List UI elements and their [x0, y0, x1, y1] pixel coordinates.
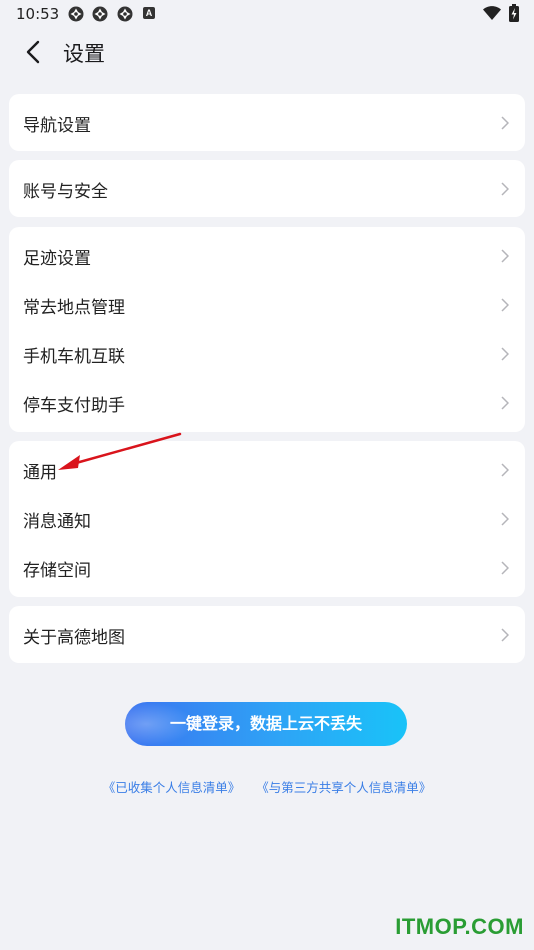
chevron-right-icon: [501, 347, 509, 361]
settings-card-general: 通用 消息通知 存储空间: [9, 441, 525, 597]
status-bar: 10:53 A: [0, 0, 534, 28]
settings-item-label: 账号与安全: [23, 182, 108, 202]
settings-item-label: 存储空间: [23, 561, 91, 581]
settings-item-label: 关于高德地图: [23, 628, 125, 648]
chevron-right-icon: [501, 463, 509, 477]
settings-item-label: 消息通知: [23, 512, 91, 532]
third-party-share-list-link[interactable]: 《与第三方共享个人信息清单》: [256, 780, 431, 795]
one-click-login-button[interactable]: 一键登录，数据上云不丢失: [125, 702, 407, 746]
settings-card-about: 关于高德地图: [9, 606, 525, 663]
app-notification-icon: [92, 6, 108, 22]
settings-item-label: 导航设置: [23, 116, 91, 136]
app-notification-icon: [68, 6, 84, 22]
page-title: 设置: [63, 42, 105, 66]
policy-links: 《已收集个人信息清单》 《与第三方共享个人信息清单》: [0, 777, 534, 796]
a-badge-icon: A: [143, 7, 155, 19]
settings-item-label: 停车支付助手: [23, 396, 125, 416]
chevron-right-icon: [501, 182, 509, 196]
settings-item-notifications[interactable]: 消息通知: [9, 494, 525, 543]
settings-item-general[interactable]: 通用: [9, 445, 525, 494]
settings-item-label: 足迹设置: [23, 249, 91, 269]
chevron-right-icon: [501, 628, 509, 642]
settings-item-footprint[interactable]: 足迹设置: [9, 231, 525, 280]
chevron-right-icon: [501, 116, 509, 130]
status-time: 10:53: [16, 5, 60, 23]
settings-item-label: 常去地点管理: [23, 298, 125, 318]
watermark-logo: ITMOP.COM: [395, 914, 524, 939]
chevron-right-icon: [501, 396, 509, 410]
header: 设置: [0, 28, 534, 76]
settings-card-account: 账号与安全: [9, 160, 525, 217]
settings-card-navigation: 导航设置: [9, 94, 525, 151]
battery-charging-icon: [509, 4, 519, 22]
chevron-right-icon: [501, 561, 509, 575]
back-button[interactable]: [20, 38, 48, 66]
collected-info-list-link[interactable]: 《已收集个人信息清单》: [103, 780, 241, 795]
settings-item-parking-pay[interactable]: 停车支付助手: [9, 378, 525, 427]
settings-item-about[interactable]: 关于高德地图: [9, 610, 525, 659]
login-button-label: 一键登录，数据上云不丢失: [169, 714, 362, 733]
chevron-right-icon: [501, 249, 509, 263]
chevron-right-icon: [501, 298, 509, 312]
wifi-icon: [483, 6, 501, 20]
settings-item-car-link[interactable]: 手机车机互联: [9, 329, 525, 378]
settings-item-label: 通用: [23, 463, 57, 483]
settings-item-storage[interactable]: 存储空间: [9, 543, 525, 592]
settings-item-account-security[interactable]: 账号与安全: [9, 164, 525, 213]
settings-item-label: 手机车机互联: [23, 347, 125, 367]
chevron-right-icon: [501, 512, 509, 526]
settings-item-frequent-places[interactable]: 常去地点管理: [9, 280, 525, 329]
settings-item-navigation[interactable]: 导航设置: [9, 98, 525, 147]
app-notification-icon: [117, 6, 133, 22]
settings-card-features: 足迹设置 常去地点管理 手机车机互联 停车支付助手: [9, 227, 525, 432]
